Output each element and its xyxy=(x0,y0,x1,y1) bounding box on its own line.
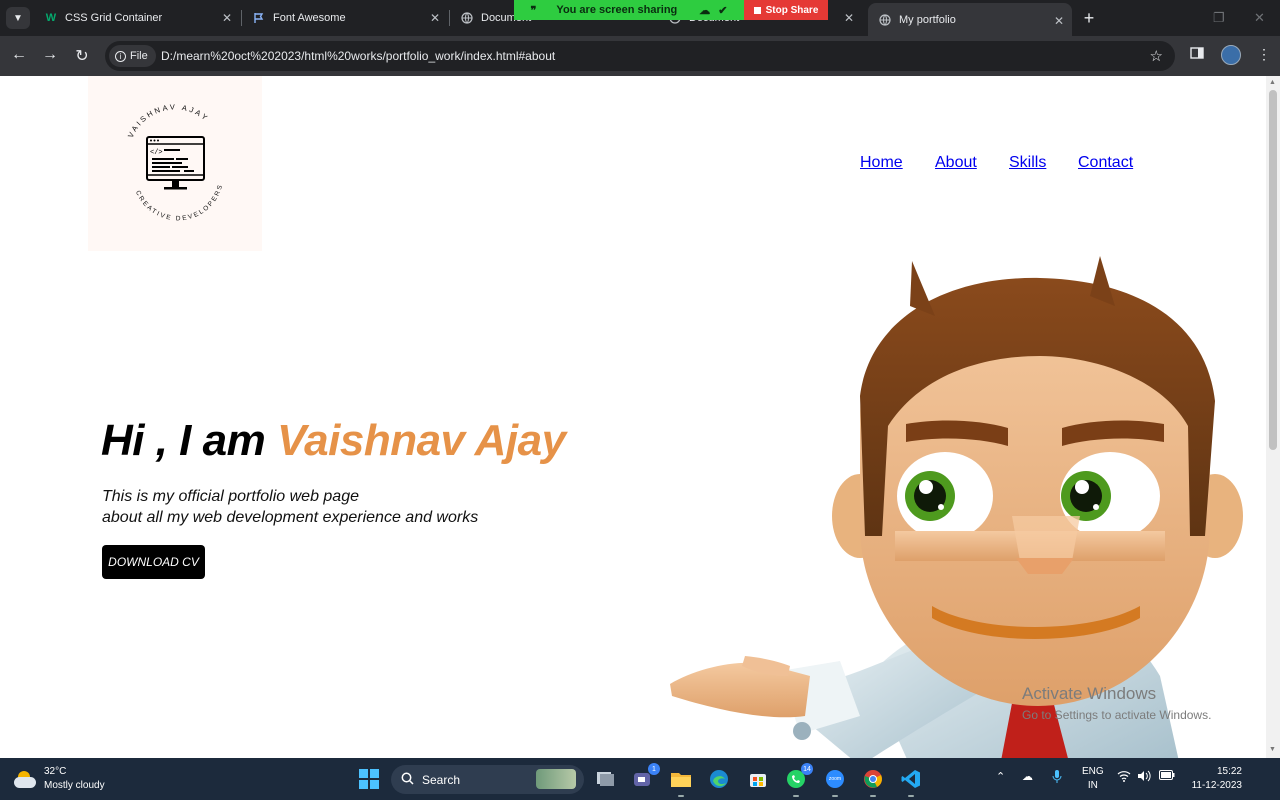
tab-title: My portfolio xyxy=(899,13,956,26)
tab-search-button[interactable]: ▼ xyxy=(6,7,30,29)
info-icon: i xyxy=(115,50,126,62)
shield-check-icon: ✔ xyxy=(718,4,728,17)
page-scrollbar[interactable]: ▲ ▼ xyxy=(1266,76,1280,758)
search-icon xyxy=(401,772,414,788)
forward-arrow-icon[interactable]: → xyxy=(40,46,60,64)
stop-icon xyxy=(753,6,761,14)
nav-about-link[interactable]: About xyxy=(935,154,977,172)
tab-font-awesome[interactable]: Font Awesome ✕ xyxy=(242,0,448,36)
edge-icon[interactable] xyxy=(706,766,732,792)
new-tab-button[interactable]: + xyxy=(1077,6,1101,30)
site-logo[interactable]: VAISHNAV AJAY CREATIVE DEVELOPERS </> xyxy=(88,76,262,251)
teams-badge: 1 xyxy=(648,763,660,775)
profile-avatar[interactable] xyxy=(1221,45,1241,65)
lang-line-2: IN xyxy=(1087,780,1098,791)
hero-greeting: Hi , I am xyxy=(101,416,277,465)
taskbar-clock[interactable]: 15:22 11-12-2023 xyxy=(1188,765,1242,793)
close-icon[interactable]: ✕ xyxy=(1054,14,1064,28)
close-icon[interactable]: ✕ xyxy=(844,11,854,25)
activate-windows-watermark: Activate Windows Go to Settings to activ… xyxy=(1022,684,1211,722)
weather-temp: 32°C xyxy=(44,766,67,777)
cloud-sun-icon xyxy=(14,769,38,789)
page-viewport: VAISHNAV AJAY CREATIVE DEVELOPERS </> Ho… xyxy=(0,76,1266,758)
scroll-up-icon[interactable]: ▲ xyxy=(1269,79,1276,86)
teams-icon[interactable]: 1 xyxy=(630,763,660,792)
zoom-label: zoom xyxy=(828,776,842,782)
cartoon-character-illustration xyxy=(670,256,1243,758)
lang-line-1: ENG xyxy=(1082,766,1104,777)
close-icon[interactable]: ✕ xyxy=(222,11,232,25)
battery-icon[interactable] xyxy=(1159,770,1175,783)
clock-time: 15:22 xyxy=(1216,766,1242,777)
chrome-icon[interactable] xyxy=(860,766,886,797)
language-indicator[interactable]: ENG IN xyxy=(1082,765,1104,793)
reload-icon[interactable]: ↻ xyxy=(72,46,92,66)
nav-skills-link[interactable]: Skills xyxy=(1009,154,1046,172)
weather-condition: Mostly cloudy xyxy=(44,780,105,791)
cloud-icon: ☁ xyxy=(699,4,711,17)
hero-line-2: about all my web development experience … xyxy=(102,509,479,526)
browser-toolbar: ← → ↻ i File D:/mearn%20oct%202023/html%… xyxy=(0,36,1280,76)
tab-title: CSS Grid Container xyxy=(65,12,163,24)
flag-icon xyxy=(252,11,266,25)
hero-line-1: This is my official portfolio web page xyxy=(102,488,359,505)
hero-description: This is my official portfolio web page a… xyxy=(102,486,478,528)
hero-name: Vaishnav Ajay xyxy=(276,416,566,465)
screen-share-banner: ❞ You are screen sharing ☁ ✔ xyxy=(514,0,744,20)
show-hidden-icons-chevron-icon[interactable]: ⌃ xyxy=(996,770,1005,783)
monitor-code-icon: VAISHNAV AJAY CREATIVE DEVELOPERS </> xyxy=(126,102,223,222)
watermark-title: Activate Windows xyxy=(1022,684,1157,703)
tab-title: Font Awesome xyxy=(273,12,346,24)
bookmark-star-icon[interactable]: ☆ xyxy=(1150,47,1163,65)
search-label: Search xyxy=(422,772,461,787)
close-icon[interactable]: ✕ xyxy=(430,11,440,25)
microsoft-store-icon[interactable] xyxy=(745,766,771,792)
task-view-icon[interactable] xyxy=(592,766,618,792)
restore-icon[interactable]: ❐ xyxy=(1213,10,1225,26)
svg-text:</>: </> xyxy=(150,149,163,157)
vscode-icon[interactable] xyxy=(898,766,924,797)
onedrive-cloud-icon[interactable]: ☁ xyxy=(1022,770,1033,783)
zoom-icon[interactable]: zoom xyxy=(822,766,848,797)
tab-css-grid[interactable]: W CSS Grid Container ✕ xyxy=(34,0,240,36)
w3schools-icon: W xyxy=(45,12,57,24)
nav-home-link[interactable]: Home xyxy=(860,154,903,172)
watermark-subtitle: Go to Settings to activate Windows. xyxy=(1022,708,1212,722)
tab-my-portfolio[interactable]: My portfolio ✕ xyxy=(868,3,1072,36)
whatsapp-icon[interactable]: 14 xyxy=(783,763,813,797)
taskbar-search[interactable]: Search xyxy=(391,765,584,794)
pin-icon: ❞ xyxy=(530,4,537,17)
clock-date: 11-12-2023 xyxy=(1191,780,1242,791)
url-text[interactable]: D:/mearn%20oct%202023/html%20works/portf… xyxy=(161,49,555,63)
whatsapp-badge: 14 xyxy=(801,763,813,775)
windows-start-icon[interactable] xyxy=(356,766,382,792)
volume-icon[interactable] xyxy=(1137,770,1151,785)
address-bar[interactable]: i File D:/mearn%20oct%202023/html%20work… xyxy=(105,41,1175,71)
microphone-icon[interactable] xyxy=(1052,770,1062,787)
screen-share-status: You are screen sharing xyxy=(556,4,678,16)
nav-contact-link[interactable]: Contact xyxy=(1078,154,1133,172)
scroll-thumb[interactable] xyxy=(1269,90,1277,450)
weather-widget[interactable]: 32°C Mostly cloudy xyxy=(14,765,105,793)
side-panel-icon[interactable] xyxy=(1190,46,1204,63)
site-info-chip[interactable]: i File xyxy=(109,45,156,67)
search-highlight-image xyxy=(536,769,576,789)
back-arrow-icon[interactable]: ← xyxy=(9,46,29,64)
logo-top-text: VAISHNAV AJAY xyxy=(126,102,211,139)
stop-share-button[interactable]: Stop Share xyxy=(744,0,828,20)
scroll-down-icon[interactable]: ▼ xyxy=(1269,746,1276,753)
file-explorer-icon[interactable] xyxy=(668,766,694,797)
window-close-icon[interactable]: ✕ xyxy=(1254,10,1265,26)
stop-share-label: Stop Share xyxy=(765,4,819,16)
globe-icon xyxy=(878,13,892,27)
hero-heading: Hi , I am Vaishnav Ajay xyxy=(101,416,566,466)
download-cv-button[interactable]: DOWNLOAD CV xyxy=(102,545,205,579)
tab-strip: ▼ W CSS Grid Container ✕ Font Awesome ✕ … xyxy=(0,0,1280,36)
wifi-icon[interactable] xyxy=(1117,770,1131,785)
windows-taskbar: 32°C Mostly cloudy Search 1 14 zoom ⌃ ☁ … xyxy=(0,758,1280,800)
globe-icon xyxy=(460,11,474,25)
menu-kebab-icon[interactable]: ⋮ xyxy=(1257,46,1271,63)
file-label: File xyxy=(130,50,148,62)
